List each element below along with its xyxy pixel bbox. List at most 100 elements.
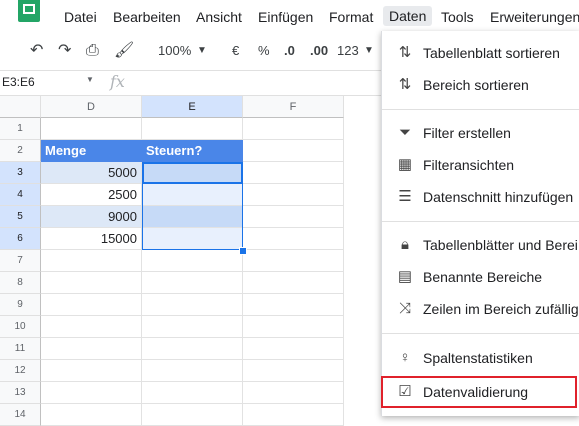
cell-d2-header[interactable]: Menge bbox=[41, 140, 142, 162]
cell-e3[interactable] bbox=[142, 162, 243, 184]
menu-item-column-stats[interactable]: ♀ Spaltenstatistiken bbox=[382, 342, 579, 374]
lightbulb-icon: ♀ bbox=[399, 349, 411, 366]
menu-item-label: Spaltenstatistiken bbox=[423, 350, 533, 366]
cell-d3[interactable]: 5000 bbox=[41, 162, 142, 184]
row-header[interactable]: 5 bbox=[0, 206, 41, 228]
menu-item-named-ranges[interactable]: ▤ Benannte Bereiche bbox=[382, 261, 579, 293]
cell-e6[interactable] bbox=[142, 228, 243, 250]
menu-ansicht[interactable]: Ansicht bbox=[196, 8, 242, 26]
data-menu: ⇅ Tabellenblatt sortieren ⇅ Bereich sort… bbox=[381, 31, 579, 416]
menu-item-add-slicer[interactable]: ☰ Datenschnitt hinzufügen bbox=[382, 181, 579, 213]
zoom-select[interactable]: 100% bbox=[158, 42, 191, 60]
menu-bar: Datei Bearbeiten Ansicht Einfügen Format… bbox=[0, 0, 579, 34]
menu-bearbeiten[interactable]: Bearbeiten bbox=[113, 8, 181, 26]
menu-tools[interactable]: Tools bbox=[441, 8, 474, 26]
cell-f5[interactable] bbox=[243, 206, 344, 228]
empty-row[interactable] bbox=[41, 382, 344, 404]
menu-separator bbox=[382, 333, 579, 334]
column-header-d[interactable]: D bbox=[41, 96, 142, 118]
row-header[interactable]: 14 bbox=[0, 404, 41, 426]
row-header[interactable]: 3 bbox=[0, 162, 41, 184]
decrease-decimal-button[interactable]: .0 bbox=[284, 42, 295, 60]
named-ranges-icon: ▤ bbox=[397, 268, 413, 285]
menu-item-filter-views[interactable]: ▦ Filteransichten bbox=[382, 149, 579, 181]
sort-icon: ⇅ bbox=[398, 44, 412, 61]
redo-icon[interactable]: ↷ bbox=[58, 42, 71, 60]
row-header[interactable]: 1 bbox=[0, 118, 41, 140]
grid-line bbox=[141, 250, 142, 426]
row-header[interactable]: 8 bbox=[0, 272, 41, 294]
menu-format[interactable]: Format bbox=[329, 8, 373, 26]
row-header[interactable]: 10 bbox=[0, 316, 41, 338]
cell-e2-header[interactable]: Steuern? bbox=[142, 140, 243, 162]
menu-item-create-filter[interactable]: ⏷ Filter erstellen bbox=[382, 117, 579, 149]
menu-datei[interactable]: Datei bbox=[64, 8, 97, 26]
empty-row[interactable] bbox=[41, 250, 344, 272]
cell-e5[interactable] bbox=[142, 206, 243, 228]
cell-d4[interactable]: 2500 bbox=[41, 184, 142, 206]
zoom-dropdown-icon[interactable]: ▼ bbox=[197, 42, 207, 60]
shuffle-icon: ⤨ bbox=[398, 300, 411, 317]
increase-decimal-button[interactable]: .00 bbox=[310, 42, 328, 60]
cell-e4[interactable] bbox=[142, 184, 243, 206]
menu-item-protected-sheets[interactable]: 🔒︎ Tabellenblätter und Berei bbox=[382, 229, 579, 261]
menu-item-randomize-range[interactable]: ⤨ Zeilen im Bereich zufällig bbox=[382, 293, 579, 325]
row-header[interactable]: 4 bbox=[0, 184, 41, 206]
menu-item-label: Tabellenblatt sortieren bbox=[423, 45, 560, 61]
empty-row[interactable] bbox=[41, 360, 344, 382]
menu-item-label: Benannte Bereiche bbox=[423, 269, 543, 285]
empty-row[interactable] bbox=[41, 294, 344, 316]
empty-row[interactable] bbox=[41, 316, 344, 338]
menu-separator bbox=[382, 221, 579, 222]
menu-daten[interactable]: Daten bbox=[383, 6, 433, 26]
menu-item-sort-sheet[interactable]: ⇅ Tabellenblatt sortieren bbox=[382, 37, 579, 69]
menu-item-label: Filteransichten bbox=[423, 157, 515, 173]
menu-erweiterungen[interactable]: Erweiterungen bbox=[490, 8, 579, 26]
fx-icon: fx bbox=[110, 72, 125, 91]
undo-icon[interactable]: ↶ bbox=[30, 42, 43, 60]
cell-f3[interactable] bbox=[243, 162, 344, 184]
currency-button[interactable]: € bbox=[232, 42, 239, 60]
menu-item-sort-range[interactable]: ⇅ Bereich sortieren bbox=[382, 69, 579, 101]
print-icon[interactable]: ⎙ bbox=[86, 42, 99, 60]
row-header[interactable]: 9 bbox=[0, 294, 41, 316]
cell-f6[interactable] bbox=[243, 228, 344, 250]
empty-row[interactable] bbox=[41, 404, 344, 426]
cell-e1[interactable] bbox=[142, 118, 243, 140]
cell-f4[interactable] bbox=[243, 184, 344, 206]
row-header[interactable]: 6 bbox=[0, 228, 41, 250]
cell-d1[interactable] bbox=[41, 118, 142, 140]
paint-format-icon[interactable]: 🖌 bbox=[114, 42, 134, 60]
name-box-dropdown-icon[interactable]: ▼ bbox=[86, 75, 94, 84]
menu-item-label: Tabellenblätter und Berei bbox=[423, 237, 578, 253]
menu-separator bbox=[382, 109, 579, 110]
name-box[interactable]: E3:E6 bbox=[2, 75, 35, 89]
empty-row[interactable] bbox=[41, 338, 344, 360]
cell-d6[interactable]: 15000 bbox=[41, 228, 142, 250]
row-header[interactable]: 11 bbox=[0, 338, 41, 360]
column-header-e[interactable]: E bbox=[142, 96, 243, 118]
grid-line bbox=[242, 250, 243, 426]
sheets-logo-icon[interactable] bbox=[18, 0, 40, 22]
menu-item-label: Filter erstellen bbox=[423, 125, 511, 141]
cell-d5[interactable]: 9000 bbox=[41, 206, 142, 228]
empty-row[interactable] bbox=[41, 272, 344, 294]
column-header-f[interactable]: F bbox=[243, 96, 344, 118]
row-header[interactable]: 7 bbox=[0, 250, 41, 272]
menu-item-label: Datenschnitt hinzufügen bbox=[423, 189, 574, 205]
row-header[interactable]: 12 bbox=[0, 360, 41, 382]
highlight-box bbox=[381, 376, 577, 408]
corner-header[interactable] bbox=[0, 96, 41, 118]
slicer-icon: ☰ bbox=[398, 188, 412, 205]
cell-f1[interactable] bbox=[243, 118, 344, 140]
filter-views-icon: ▦ bbox=[397, 156, 413, 173]
row-header[interactable]: 13 bbox=[0, 382, 41, 404]
cell-f2[interactable] bbox=[243, 140, 344, 162]
percent-button[interactable]: % bbox=[258, 42, 270, 60]
lock-icon: 🔒︎ bbox=[401, 236, 409, 253]
more-formats-dropdown-icon[interactable]: ▼ bbox=[364, 42, 374, 60]
more-formats-button[interactable]: 123 bbox=[337, 42, 359, 60]
menu-einfuegen[interactable]: Einfügen bbox=[258, 8, 313, 26]
row-header[interactable]: 2 bbox=[0, 140, 41, 162]
fill-handle[interactable] bbox=[239, 247, 247, 255]
